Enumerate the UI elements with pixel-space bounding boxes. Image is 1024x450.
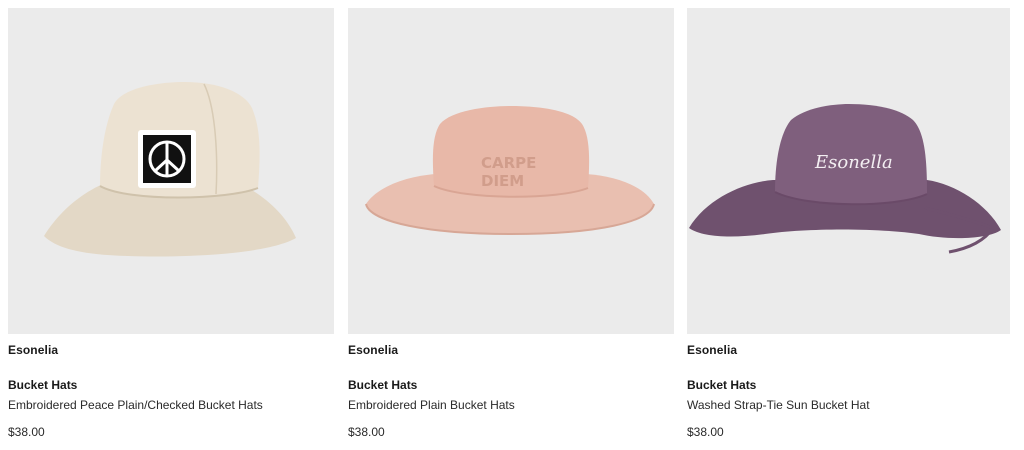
product-image[interactable]: Esonella bbox=[687, 8, 1010, 334]
embroidery-text: CARPE bbox=[481, 154, 536, 172]
pink-wide-brim-hat-image: CARPE DIEM bbox=[365, 106, 655, 236]
product-brand[interactable]: Esonelia bbox=[8, 343, 58, 357]
embroidery-text: Esonella bbox=[814, 152, 893, 173]
product-price: $38.00 bbox=[8, 425, 45, 439]
product-brand[interactable]: Esonelia bbox=[687, 343, 737, 357]
purple-sun-hat-image: Esonella bbox=[689, 104, 1001, 254]
product-card[interactable]: Esonelia Bucket Hats Embroidered Peace P… bbox=[8, 8, 334, 448]
product-card[interactable]: CARPE DIEM Esonelia Bucket Hats Embroide… bbox=[348, 8, 674, 448]
product-image[interactable]: CARPE DIEM bbox=[348, 8, 674, 334]
product-title[interactable]: Washed Strap-Tie Sun Bucket Hat bbox=[687, 398, 870, 412]
product-category[interactable]: Bucket Hats bbox=[8, 378, 77, 392]
cream-bucket-hat-image bbox=[44, 82, 296, 257]
product-price: $38.00 bbox=[348, 425, 385, 439]
product-category[interactable]: Bucket Hats bbox=[348, 378, 417, 392]
product-title[interactable]: Embroidered Peace Plain/Checked Bucket H… bbox=[8, 398, 263, 412]
product-brand[interactable]: Esonelia bbox=[348, 343, 398, 357]
embroidery-text: DIEM bbox=[481, 172, 524, 190]
product-title[interactable]: Embroidered Plain Bucket Hats bbox=[348, 398, 515, 412]
product-card[interactable]: Esonella Esonelia Bucket Hats Washed Str… bbox=[687, 8, 1010, 448]
product-category[interactable]: Bucket Hats bbox=[687, 378, 756, 392]
product-grid: Esonelia Bucket Hats Embroidered Peace P… bbox=[8, 8, 1016, 450]
product-price: $38.00 bbox=[687, 425, 724, 439]
product-image[interactable] bbox=[8, 8, 334, 334]
